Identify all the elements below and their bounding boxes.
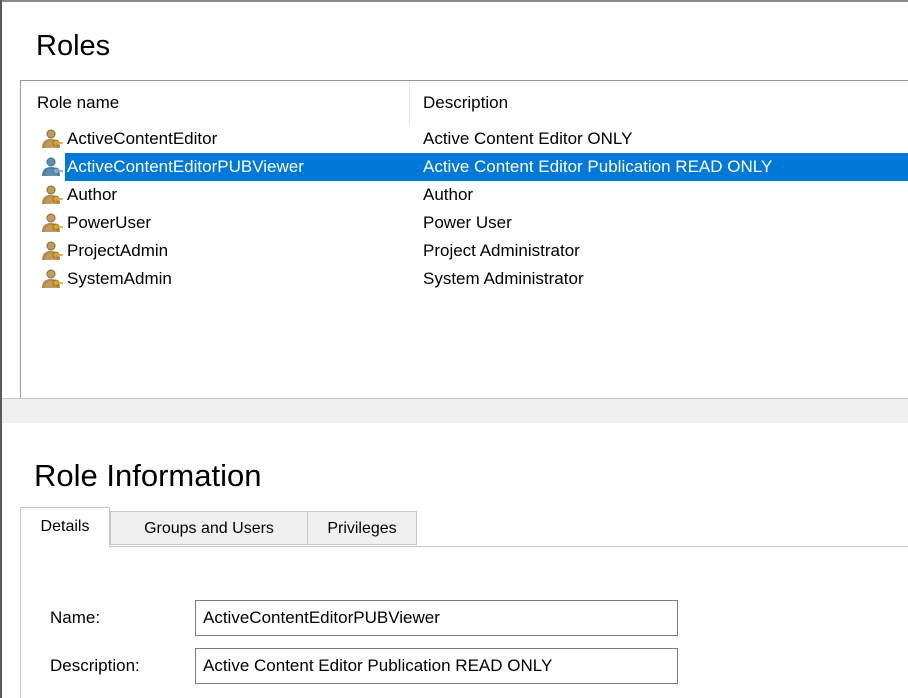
role-description: Project Administrator — [423, 241, 580, 260]
column-header-role-name[interactable]: Role name — [21, 81, 410, 125]
column-header-description[interactable]: Description — [410, 81, 908, 125]
role-row-activecontenteditor[interactable]: ActiveContentEditor Active Content Edito… — [21, 125, 908, 153]
role-description: Author — [423, 185, 474, 204]
role-users-icon — [39, 268, 63, 290]
roles-rows: ActiveContentEditor Active Content Edito… — [21, 125, 908, 293]
role-users-icon — [39, 212, 63, 234]
role-information-panel: Role Information Details Groups and User… — [2, 423, 908, 698]
role-row-author[interactable]: Author Author — [21, 181, 908, 209]
tab-groups-and-users[interactable]: Groups and Users — [110, 511, 308, 545]
role-information-title: Role Information — [34, 458, 262, 493]
role-name: PowerUser — [67, 213, 152, 232]
role-name: Author — [67, 185, 118, 204]
role-name: ActiveContentEditor — [67, 129, 218, 148]
role-description: Active Content Editor ONLY — [423, 129, 633, 148]
panel-splitter[interactable] — [2, 398, 908, 423]
role-name: ProjectAdmin — [67, 241, 169, 260]
role-row-projectadmin[interactable]: ProjectAdmin Project Administrator — [21, 237, 908, 265]
role-row-activecontenteditorpubviewer[interactable]: ActiveContentEditorPUBViewer Active Cont… — [21, 153, 908, 181]
details-tab-content: Name: ActiveContentEditorPUBViewer Descr… — [20, 547, 908, 698]
role-row-poweruser[interactable]: PowerUser Power User — [21, 209, 908, 237]
role-description: System Administrator — [423, 269, 584, 288]
roles-list[interactable]: Role name Description ActiveContentEdito… — [20, 80, 908, 401]
role-users-icon — [39, 240, 63, 262]
description-field[interactable]: Active Content Editor Publication READ O… — [195, 648, 678, 684]
role-users-icon — [39, 156, 63, 178]
role-name: ActiveContentEditorPUBViewer — [67, 157, 304, 176]
name-field[interactable]: ActiveContentEditorPUBViewer — [195, 600, 678, 636]
role-name: SystemAdmin — [67, 269, 172, 288]
role-users-icon — [39, 184, 63, 206]
role-users-icon — [39, 128, 63, 150]
role-description: Power User — [423, 213, 512, 232]
roles-list-header: Role name Description — [21, 81, 908, 125]
roles-panel: Roles Role name Description ActiveConten… — [2, 2, 908, 401]
tab-privileges[interactable]: Privileges — [307, 511, 417, 545]
role-row-systemadmin[interactable]: SystemAdmin System Administrator — [21, 265, 908, 293]
name-label: Name: — [50, 608, 101, 627]
tab-details[interactable]: Details — [20, 507, 110, 547]
description-label: Description: — [50, 656, 140, 675]
role-description: Active Content Editor Publication READ O… — [423, 157, 773, 176]
roles-title: Roles — [36, 30, 111, 62]
